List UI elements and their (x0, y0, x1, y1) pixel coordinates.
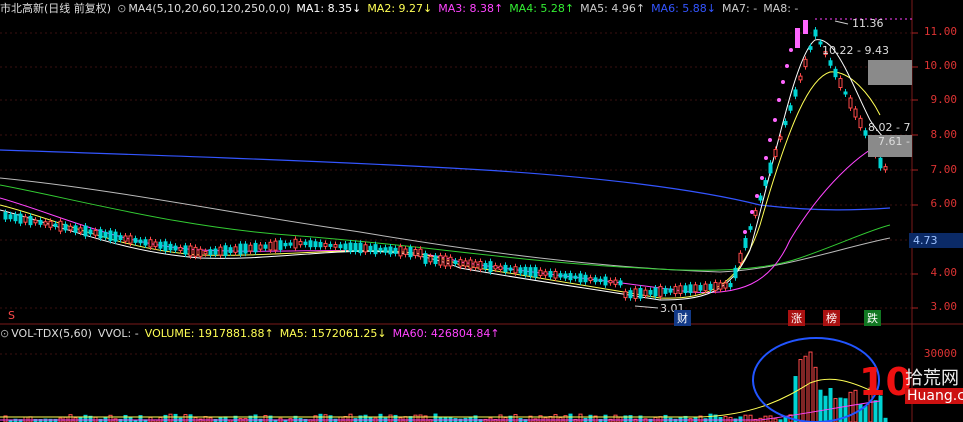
watermark-site: Huang.cn (905, 388, 963, 404)
volume-ma5-line (0, 378, 881, 418)
ma5-value: MA5: 4.96↑ (580, 2, 646, 15)
ma3-line (0, 139, 891, 293)
current-price-tag: 4.73 (909, 233, 963, 248)
stock-title[interactable]: 市北高新(日线 前复权) (0, 0, 117, 17)
limit-up-markers (743, 20, 808, 234)
vvol-value: VVOL: - (97, 327, 139, 340)
price-chart[interactable] (0, 0, 963, 325)
price-tick: 4.00 (930, 266, 958, 279)
indicator-name[interactable]: MA4(5,10,20,60,120,250,0,0) (128, 0, 296, 17)
ma6-value: MA6: 5.88↓ (651, 2, 716, 15)
volume-header: ⊙ VOL-TDX(5,60) VVOL: - VOLUME: 1917881.… (0, 325, 506, 342)
price-tick: 10.00 (923, 59, 957, 72)
ma3-value: MA3: 8.38↑ (438, 2, 504, 15)
ma6-line (0, 149, 891, 211)
volume-ma60-value: MA60: 426804.84↑ (392, 327, 500, 340)
ma4-value: MA4: 5.28↑ (509, 2, 575, 15)
price-axis-ticks (912, 32, 918, 309)
range-label-lower2: 7.61 - (878, 135, 910, 148)
candles (3, 27, 888, 302)
left-s-marker[interactable]: S (8, 309, 15, 322)
indicator-select-icon[interactable]: ⊙ (117, 0, 128, 17)
price-tick: 9.00 (930, 93, 958, 106)
main-header: 市北高新(日线 前复权) ⊙ MA4(5,10,20,60,120,250,0,… (0, 0, 804, 17)
ma7-value: MA7: - (722, 2, 758, 15)
ma2-value: MA2: 9.27↓ (367, 2, 433, 15)
financial-report-marker[interactable]: 财 (674, 310, 691, 326)
price-tick: 11.00 (923, 25, 957, 38)
high-pointer (834, 20, 849, 25)
volume-settings-icon[interactable]: ⊙ (0, 325, 11, 342)
price-tick: 6.00 (930, 197, 958, 210)
ma1-value: MA1: 8.35↓ (296, 2, 362, 15)
watermark-brand: 拾荒网 (905, 368, 959, 389)
site-watermark: 10 拾荒网 Huang.cn (859, 360, 963, 414)
resistance-box (868, 60, 912, 85)
volume-ma5-value: MA5: 1572061.25↓ (279, 327, 387, 340)
volume-indicator-name[interactable]: VOL-TDX(5,60) (11, 325, 98, 342)
volume-value: VOLUME: 1917881.88↑ (144, 327, 274, 340)
volume-tick: 30000 (923, 347, 957, 360)
high-price-label: 11.36 (852, 17, 884, 30)
range-label-lower: 8.02 - 7 (868, 121, 911, 134)
ma8-value: MA8: - (763, 2, 799, 15)
price-tick: 3.00 (930, 300, 958, 313)
limit-up-marker[interactable]: 涨 (788, 310, 805, 326)
price-tick: 8.00 (930, 128, 958, 141)
leaderboard-marker[interactable]: 榜 (823, 310, 840, 326)
watermark-digits: 10 (859, 360, 912, 404)
range-label-upper: 10.22 - 9.43 (822, 44, 889, 57)
price-tick: 7.00 (930, 163, 958, 176)
limit-down-marker[interactable]: 跌 (864, 310, 881, 326)
